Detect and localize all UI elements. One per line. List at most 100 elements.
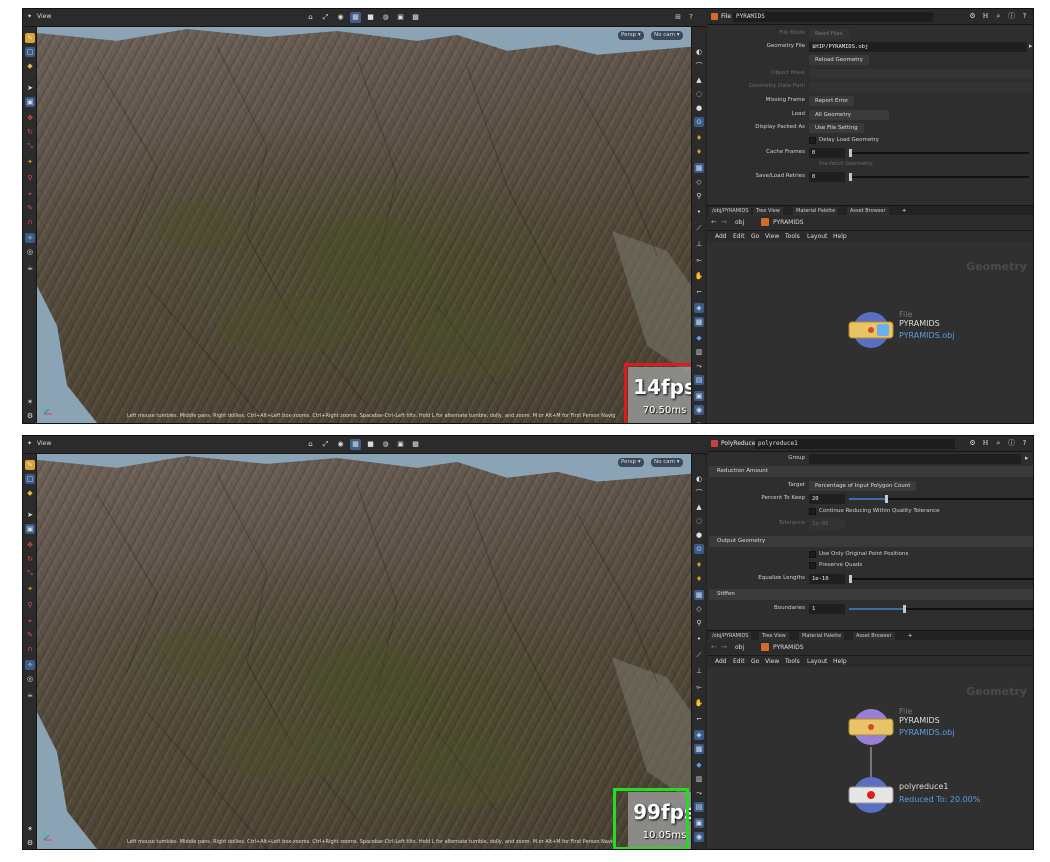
tab-tree-view[interactable]: Tree View — [759, 632, 789, 640]
tab-asset-browser[interactable]: Asset Browser — [847, 207, 889, 215]
group-field[interactable] — [809, 454, 1021, 464]
bone-icon[interactable]: ⟜ — [694, 255, 704, 265]
snapping-options-icon[interactable]: ◎ — [25, 247, 35, 257]
snapshot-icon[interactable]: ▣ — [395, 12, 406, 23]
tab-material-palette[interactable]: Material Palette — [793, 207, 839, 215]
light-bulb-icon[interactable]: ♦ — [694, 560, 704, 570]
target-menu[interactable]: Percentage of Input Polygon Count — [809, 481, 917, 491]
search-icon[interactable]: ⌕ — [994, 439, 1003, 448]
template-icon[interactable]: ▤ — [694, 802, 704, 812]
handle-tool-icon[interactable]: ✦ — [25, 157, 35, 167]
add-tab-icon[interactable]: + — [899, 207, 909, 215]
pointer-icon[interactable]: ➤ — [25, 83, 35, 93]
gear-icon[interactable]: ⚙ — [968, 12, 977, 21]
camera-menu[interactable]: No cam ▾ — [651, 31, 683, 40]
bone-icon[interactable]: ⟜ — [694, 682, 704, 692]
path-obj[interactable]: obj — [735, 219, 744, 226]
tab-material-palette[interactable]: Material Palette — [799, 632, 845, 640]
back-arrow-icon[interactable]: ← — [711, 218, 717, 226]
search-icon[interactable]: ⌕ — [994, 12, 1003, 21]
uv-icon[interactable]: ▩ — [694, 317, 704, 327]
menu-help[interactable]: Help — [833, 233, 847, 240]
path-node[interactable]: PYRAMIDS — [773, 219, 804, 226]
3d-viewport[interactable]: Persp ▾ No cam ▾ Left mouse tumbles. Mid… — [37, 27, 691, 423]
template-icon[interactable]: ▤ — [694, 375, 704, 385]
info-icon[interactable]: ⓘ — [1007, 12, 1016, 21]
camera-menu[interactable]: No cam ▾ — [651, 458, 683, 467]
lock-icon[interactable]: ▣ — [25, 97, 35, 107]
render-icon[interactable]: ▩ — [410, 12, 421, 23]
hand-icon[interactable]: ✋ — [694, 698, 704, 708]
menu-tools[interactable]: Tools — [785, 233, 800, 240]
settings-icon[interactable]: ⚙ — [25, 411, 35, 421]
rotate-tool-icon[interactable]: ↻ — [25, 127, 35, 137]
snap-grid-icon[interactable]: ⚲ — [694, 618, 704, 628]
scale-tool-icon[interactable]: ⤡ — [25, 141, 35, 151]
magnet-icon[interactable]: ∩ — [25, 217, 35, 227]
path-obj[interactable]: obj — [735, 644, 744, 651]
cache-frames-slider[interactable] — [849, 149, 1029, 157]
geometry-file-field[interactable]: $HIP/PYRAMIDS.obj — [809, 42, 1027, 52]
ghost-icon[interactable]: ◌ — [694, 516, 704, 526]
perspective-menu[interactable]: Persp ▾ — [618, 458, 644, 467]
object-mode-icon[interactable]: ▢ — [25, 474, 35, 484]
select-tool-icon[interactable]: ✎ — [25, 460, 35, 470]
headlight-icon[interactable]: ♦ — [694, 574, 704, 584]
lights-icon[interactable]: ◍ — [380, 439, 391, 450]
menu-view[interactable]: View — [765, 658, 779, 665]
hand-icon[interactable]: ✋ — [694, 271, 704, 281]
hscript-icon[interactable]: ℍ — [981, 439, 990, 448]
perspective-menu[interactable]: Persp ▾ — [618, 31, 644, 40]
polyreduce-node[interactable]: polyreduce1 Reduced To: 20.00% — [847, 775, 980, 817]
menu-edit[interactable]: Edit — [733, 233, 745, 240]
hscript-icon[interactable]: ℍ — [981, 12, 990, 21]
tab-tree-view[interactable]: Tree View — [753, 207, 783, 215]
brush-icon[interactable]: ⟋ — [694, 223, 704, 233]
camera-icon[interactable]: ◉ — [335, 12, 346, 23]
pin-icon[interactable]: ✦ — [27, 13, 34, 20]
wireframe-icon[interactable]: ■ — [365, 12, 376, 23]
home-view-icon[interactable]: ⌂ — [305, 439, 316, 450]
info-icon[interactable]: ⓘ — [694, 421, 704, 423]
pin-icon[interactable]: ✦ — [27, 440, 34, 447]
wireframe-icon[interactable]: ■ — [365, 439, 376, 450]
help-icon[interactable]: ? — [1020, 439, 1029, 448]
retries-field[interactable]: 0 — [809, 172, 845, 182]
percent-to-keep-field[interactable]: 20 — [809, 494, 845, 504]
cache-frames-field[interactable]: 0 — [809, 148, 845, 158]
render-region-icon[interactable]: ☕ — [25, 690, 35, 700]
lights-icon[interactable]: ◍ — [380, 12, 391, 23]
load-menu[interactable]: All Geometry — [809, 110, 889, 120]
points-icon[interactable]: ● — [694, 103, 704, 113]
snapshot-icon[interactable]: ▣ — [395, 439, 406, 450]
object-mask-field[interactable] — [809, 69, 1033, 79]
gear-icon[interactable]: ⚙ — [968, 439, 977, 448]
geometry-data-path-field[interactable] — [809, 82, 1033, 92]
dot-icon[interactable]: • — [694, 634, 704, 644]
edit-tool-icon[interactable]: ⌖ — [25, 616, 35, 626]
joint-icon[interactable]: ⊥ — [694, 239, 704, 249]
render-view-icon[interactable]: ▣ — [694, 391, 704, 401]
pose-tool-icon[interactable]: ⚲ — [25, 600, 35, 610]
snap-icon[interactable]: ✧ — [25, 233, 35, 243]
light-icon[interactable]: ✶ — [25, 824, 35, 834]
select-tool-icon[interactable]: ✎ — [25, 33, 35, 43]
camera-icon[interactable]: ◉ — [335, 439, 346, 450]
object-mode-icon[interactable]: ▢ — [25, 47, 35, 57]
display-wire-icon[interactable]: ⌒ — [694, 488, 704, 498]
slider-knob[interactable] — [884, 495, 888, 503]
render-view-icon[interactable]: ▣ — [694, 818, 704, 828]
handle-tool-icon[interactable]: ✦ — [25, 584, 35, 594]
visibility-icon[interactable]: ◈ — [694, 730, 704, 740]
original-points-checkbox[interactable] — [809, 551, 816, 558]
snap-grid-icon[interactable]: ⚲ — [694, 191, 704, 201]
light-bulb-icon[interactable]: ♦ — [694, 133, 704, 143]
palette-icon[interactable]: ◉ — [694, 832, 704, 842]
retries-slider[interactable] — [849, 173, 1029, 181]
boundaries-slider[interactable] — [849, 605, 1033, 613]
boundaries-field[interactable]: 1 — [809, 604, 845, 614]
tab-network[interactable]: /obj/PYRAMIDS — [709, 632, 752, 640]
points-icon[interactable]: ● — [694, 530, 704, 540]
joint-icon[interactable]: ⊥ — [694, 666, 704, 676]
brush-tool-icon[interactable]: ✎ — [25, 203, 35, 213]
